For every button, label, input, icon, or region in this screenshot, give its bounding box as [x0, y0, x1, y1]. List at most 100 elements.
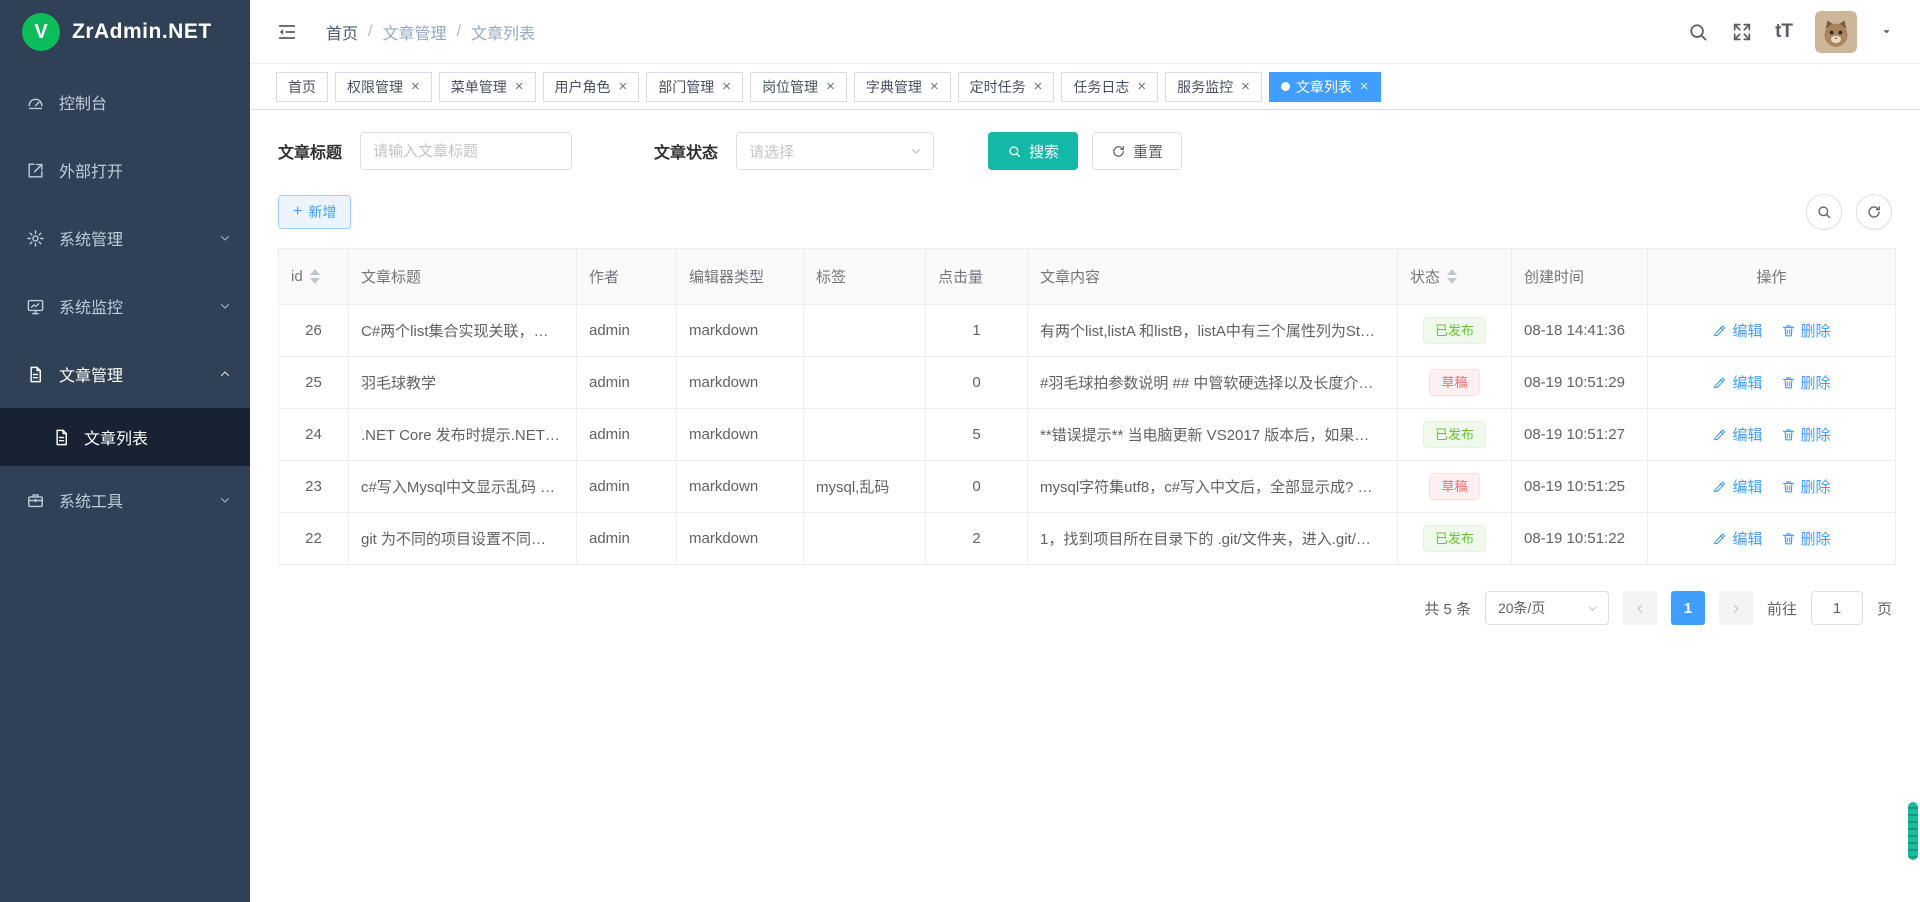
column-label: 标签 — [816, 266, 846, 287]
tab-task-log[interactable]: 任务日志 × — [1061, 72, 1158, 102]
logo-icon: V — [22, 13, 60, 51]
page-size-select[interactable]: 20条/页 — [1485, 591, 1609, 625]
tab-post[interactable]: 岗位管理 × — [750, 72, 847, 102]
cell-actions: 编辑删除 — [1648, 461, 1896, 513]
page-number-button[interactable]: 1 — [1671, 591, 1705, 625]
delete-link[interactable]: 删除 — [1781, 476, 1831, 497]
cell-editor: markdown — [677, 305, 804, 357]
close-icon[interactable]: × — [1034, 79, 1043, 94]
edit-link[interactable]: 编辑 — [1712, 528, 1762, 549]
column-header-status[interactable]: 状态 — [1398, 249, 1512, 305]
table-row: 26C#两个list集合实现关联，…adminmarkdown1有两个list,… — [279, 305, 1896, 357]
article-title-input[interactable] — [360, 132, 572, 170]
chevron-up-icon — [218, 367, 232, 381]
sidebar-item-dashboard[interactable]: 控制台 — [0, 68, 250, 136]
edit-link[interactable]: 编辑 — [1712, 372, 1762, 393]
prev-page-button[interactable]: ‹ — [1623, 591, 1657, 625]
font-size-icon[interactable]: tT — [1775, 21, 1793, 43]
close-icon[interactable]: × — [930, 79, 939, 94]
delete-link[interactable]: 删除 — [1781, 320, 1831, 341]
dashboard-icon — [26, 93, 45, 112]
cell-title: C#两个list集合实现关联，… — [349, 305, 577, 357]
column-header-tags: 标签 — [804, 249, 926, 305]
fullscreen-icon[interactable] — [1731, 21, 1753, 43]
sidebar-item-system-tools[interactable]: 系统工具 — [0, 466, 250, 534]
breadcrumb-separator: / — [368, 23, 372, 41]
article-status-select[interactable]: 请选择 — [736, 132, 934, 170]
sidebar-item-external-open[interactable]: 外部打开 — [0, 136, 250, 204]
sidebar-item-system-monitor[interactable]: 系统监控 — [0, 272, 250, 340]
search-icon — [1007, 144, 1022, 159]
breadcrumb-item[interactable]: 首页 — [326, 20, 358, 44]
cell-content: #羽毛球拍参数说明 ## 中管软硬选择以及长度介… — [1028, 357, 1398, 409]
status-badge: 草稿 — [1429, 369, 1479, 397]
menu-item-label: 控制台 — [59, 90, 107, 114]
chevron-down-icon — [218, 493, 232, 507]
cell-status: 已发布 — [1398, 513, 1512, 565]
edit-link[interactable]: 编辑 — [1712, 476, 1762, 497]
delete-link-label: 删除 — [1801, 528, 1831, 549]
tab-label: 首页 — [288, 77, 316, 97]
goto-page-input[interactable] — [1811, 591, 1863, 625]
column-header-id[interactable]: id — [279, 249, 349, 305]
sidebar-item-article-admin[interactable]: 文章管理 — [0, 340, 250, 408]
table-container: id文章标题作者编辑器类型标签点击量文章内容状态创建时间操作 26C#两个lis… — [250, 230, 1920, 565]
sort-carets-icon[interactable] — [310, 269, 320, 284]
menu-item-label: 外部打开 — [59, 158, 123, 182]
table-row: 22git 为不同的项目设置不同…adminmarkdown21，找到项目所在目… — [279, 513, 1896, 565]
next-page-button[interactable]: › — [1719, 591, 1753, 625]
close-icon[interactable]: × — [619, 79, 628, 94]
delete-link[interactable]: 删除 — [1781, 528, 1831, 549]
close-icon[interactable]: × — [1137, 79, 1146, 94]
close-icon[interactable]: × — [826, 79, 835, 94]
close-icon[interactable]: × — [1241, 79, 1250, 94]
tab-department[interactable]: 部门管理× — [646, 72, 743, 102]
edit-link[interactable]: 编辑 — [1712, 424, 1762, 445]
collapse-sidebar-icon[interactable] — [276, 21, 298, 43]
filter-bar: 文章标题 文章状态 请选择 搜索 重置 — [250, 110, 1920, 170]
reset-button[interactable]: 重置 — [1092, 132, 1182, 170]
cell-content: mysql字符集utf8，c#写入中文后，全部显示成? … — [1028, 461, 1398, 513]
pagination: 共 5 条 20条/页 ‹ 1 › 前往 页 — [250, 565, 1920, 625]
close-icon[interactable]: × — [1360, 79, 1369, 94]
search-button[interactable]: 搜索 — [988, 132, 1078, 170]
cell-author: admin — [577, 305, 677, 357]
tab-home[interactable]: 首页 — [276, 72, 328, 102]
close-icon[interactable]: × — [722, 79, 731, 94]
tab-user-role[interactable]: 用户角色× — [543, 72, 640, 102]
scrollbar-thumb[interactable] — [1908, 802, 1918, 860]
add-button[interactable]: + 新增 — [278, 195, 351, 229]
delete-link[interactable]: 删除 — [1781, 372, 1831, 393]
tab-label: 任务日志 — [1073, 77, 1129, 97]
toggle-search-button[interactable] — [1806, 194, 1842, 230]
breadcrumb-item[interactable]: 文章管理 — [382, 20, 446, 44]
close-icon[interactable]: × — [515, 79, 524, 94]
caret-down-icon[interactable] — [1879, 24, 1894, 39]
tab-menu[interactable]: 菜单管理× — [439, 72, 536, 102]
sidebar-item-system-admin[interactable]: 系统管理 — [0, 204, 250, 272]
delete-link[interactable]: 删除 — [1781, 424, 1831, 445]
refresh-table-button[interactable] — [1856, 194, 1892, 230]
tab-service-monitor[interactable]: 服务监控× — [1165, 72, 1262, 102]
tab-label: 权限管理 — [347, 77, 403, 97]
search-icon[interactable] — [1687, 21, 1709, 43]
cell-id: 24 — [279, 409, 349, 461]
close-icon[interactable]: × — [411, 79, 420, 94]
cell-editor: markdown — [677, 461, 804, 513]
column-label: 文章标题 — [361, 266, 421, 287]
article-title-label: 文章标题 — [278, 139, 342, 163]
external-link-icon — [26, 161, 45, 180]
sidebar-item-article-list[interactable]: 文章列表 — [0, 408, 250, 466]
sidebar: V ZrAdmin.NET 控制台外部打开系统管理系统监控文章管理文章列表系统工… — [0, 0, 250, 902]
column-header-editor: 编辑器类型 — [677, 249, 804, 305]
active-tab-dot-icon — [1281, 82, 1290, 91]
sort-carets-icon[interactable] — [1447, 269, 1457, 284]
tab-scheduled-task[interactable]: 定时任务× — [958, 72, 1055, 102]
tab-article-list[interactable]: 文章列表× — [1269, 72, 1381, 102]
edit-link[interactable]: 编辑 — [1712, 320, 1762, 341]
tab-dictionary[interactable]: 字典管理× — [854, 72, 951, 102]
tab-label: 岗位管理 — [762, 77, 818, 97]
avatar[interactable] — [1815, 11, 1857, 53]
cell-editor: markdown — [677, 409, 804, 461]
tab-permission[interactable]: 权限管理 × — [335, 72, 432, 102]
